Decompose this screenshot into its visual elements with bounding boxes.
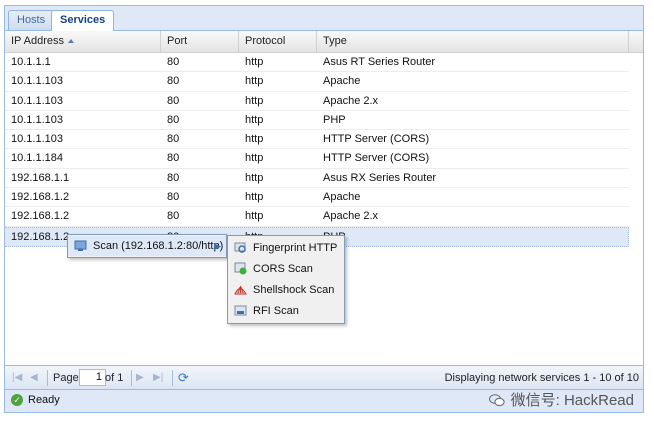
shellshock-scan-label: Shellshock Scan: [253, 284, 335, 296]
row-context-menu: Scan (192.168.1.2:80/http) ▶: [67, 234, 227, 258]
scan-menu-item[interactable]: Scan (192.168.1.2:80/http) ▶: [68, 236, 226, 256]
fingerprint-http-item[interactable]: Fingerprint HTTP: [228, 238, 344, 258]
rfi-scan-icon: [234, 305, 247, 316]
type-cell: HTTP Server (CORS): [323, 152, 430, 165]
ip-cell: 10.1.1.184: [11, 152, 63, 165]
protocol-cell: http: [245, 171, 264, 184]
protocol-cell: http: [245, 152, 264, 165]
last-page-icon[interactable]: ▶|: [153, 370, 163, 386]
type-cell: PHP: [323, 113, 346, 126]
protocol-cell: http: [245, 133, 264, 146]
status-ok-icon: ✓: [11, 394, 23, 406]
type-cell: Apache 2.x: [323, 94, 379, 107]
type-cell: Apache 2.x: [323, 210, 379, 223]
prev-page-icon[interactable]: ◀: [30, 370, 38, 386]
ip-cell: 192.168.1.2: [11, 210, 70, 223]
shellshock-icon: [234, 286, 247, 295]
table-row[interactable]: 10.1.1.103 80 http Apache 2.x: [5, 92, 629, 111]
table-row[interactable]: 10.1.1.103 80 http PHP: [5, 111, 629, 131]
column-header-protocol[interactable]: Protocol: [239, 31, 317, 52]
table-row[interactable]: 192.168.1.2 80 http Apache: [5, 188, 629, 208]
column-header-port[interactable]: Port: [161, 31, 239, 52]
toolbar-separator: [47, 370, 48, 386]
table-row[interactable]: 10.1.1.103 80 http Apache: [5, 72, 629, 92]
tab-services[interactable]: Services: [51, 10, 115, 31]
column-header-type[interactable]: Type: [317, 31, 629, 52]
paging-toolbar: |◀ ◀ Page 1 of 1 ▶ ▶| ⟳ Displaying netwo…: [5, 365, 643, 390]
grid-rows: 10.1.1.1 80 http Asus RT Series Router 10.1.…: [5, 53, 629, 247]
cors-scan-label: CORS Scan: [253, 263, 313, 275]
toolbar-separator: [172, 370, 173, 386]
ip-cell: 10.1.1.103: [11, 94, 63, 107]
type-cell: Asus RX Series Router: [323, 171, 437, 184]
port-cell: 80: [167, 133, 180, 146]
port-cell: 80: [167, 94, 180, 107]
toolbar-separator: [131, 370, 132, 386]
rfi-scan-item[interactable]: RFI Scan: [228, 301, 344, 321]
tab-hosts[interactable]: Hosts: [8, 10, 55, 30]
type-cell: Apache: [323, 191, 361, 204]
cors-scan-icon: [234, 262, 247, 275]
status-text: Ready: [28, 394, 60, 406]
page-label: Page: [53, 372, 79, 384]
table-row[interactable]: 192.168.1.2 80 http Apache 2.x: [5, 207, 629, 227]
fingerprint-http-label: Fingerprint HTTP: [253, 242, 338, 254]
cors-scan-item[interactable]: CORS Scan: [228, 259, 344, 279]
scan-submenu: Fingerprint HTTP CORS Scan Shellshock Sc…: [227, 235, 345, 324]
protocol-cell: http: [245, 113, 264, 126]
ip-cell: 192.168.1.1: [11, 171, 70, 184]
port-cell: 80: [167, 113, 180, 126]
paging-display-text: Displaying network services 1 - 10 of 10: [444, 372, 639, 384]
column-header-label: IP Address: [11, 35, 64, 47]
port-cell: 80: [167, 191, 180, 204]
table-row[interactable]: 192.168.1.1 80 http Asus RX Series Router: [5, 169, 629, 189]
tab-bar: Hosts Services: [5, 6, 643, 31]
next-page-icon[interactable]: ▶: [136, 370, 144, 386]
page-number-input[interactable]: 1: [79, 369, 106, 386]
refresh-icon[interactable]: ⟳: [178, 370, 189, 386]
port-cell: 80: [167, 75, 180, 88]
ip-cell: 10.1.1.1: [11, 56, 51, 68]
table-row[interactable]: 10.1.1.1 80 http Asus RT Series Router: [5, 53, 629, 73]
rfi-scan-label: RFI Scan: [253, 305, 299, 317]
sort-ascending-icon: [68, 39, 74, 44]
ip-cell: 10.1.1.103: [11, 113, 63, 126]
port-cell: 80: [167, 56, 180, 68]
column-header-ip[interactable]: IP Address: [5, 31, 161, 52]
type-cell: Asus RT Series Router: [323, 56, 436, 68]
port-cell: 80: [167, 171, 180, 184]
fingerprint-icon: [234, 242, 246, 253]
scan-icon: [74, 240, 87, 251]
table-row[interactable]: 10.1.1.184 80 http HTTP Server (CORS): [5, 149, 629, 169]
protocol-cell: http: [245, 191, 264, 204]
wechat-watermark: 微信号: HackRead: [488, 389, 634, 410]
watermark-text: 微信号: HackRead: [510, 392, 634, 409]
scan-menu-label: Scan (192.168.1.2:80/http): [93, 240, 224, 252]
type-cell: HTTP Server (CORS): [323, 133, 430, 146]
type-cell: Apache: [323, 75, 361, 88]
first-page-icon[interactable]: |◀: [12, 370, 22, 386]
ip-cell: 10.1.1.103: [11, 133, 63, 146]
protocol-cell: http: [245, 56, 264, 68]
table-row[interactable]: 10.1.1.103 80 http HTTP Server (CORS): [5, 130, 629, 150]
ip-cell: 10.1.1.103: [11, 75, 63, 88]
shellshock-scan-item[interactable]: Shellshock Scan: [228, 280, 344, 300]
protocol-cell: http: [245, 210, 264, 223]
ip-cell: 192.168.1.2: [11, 230, 70, 243]
port-cell: 80: [167, 152, 180, 165]
protocol-cell: http: [245, 94, 264, 107]
protocol-cell: http: [245, 75, 264, 88]
page-count-label: of 1: [105, 372, 124, 384]
submenu-arrow-icon: ▶: [214, 241, 221, 251]
main-panel: Hosts Services IP Address Port Protocol …: [4, 5, 644, 413]
ip-cell: 192.168.1.2: [11, 191, 70, 204]
grid-header: IP Address Port Protocol Type: [5, 31, 643, 53]
port-cell: 80: [167, 210, 180, 223]
wechat-icon: [488, 394, 505, 407]
